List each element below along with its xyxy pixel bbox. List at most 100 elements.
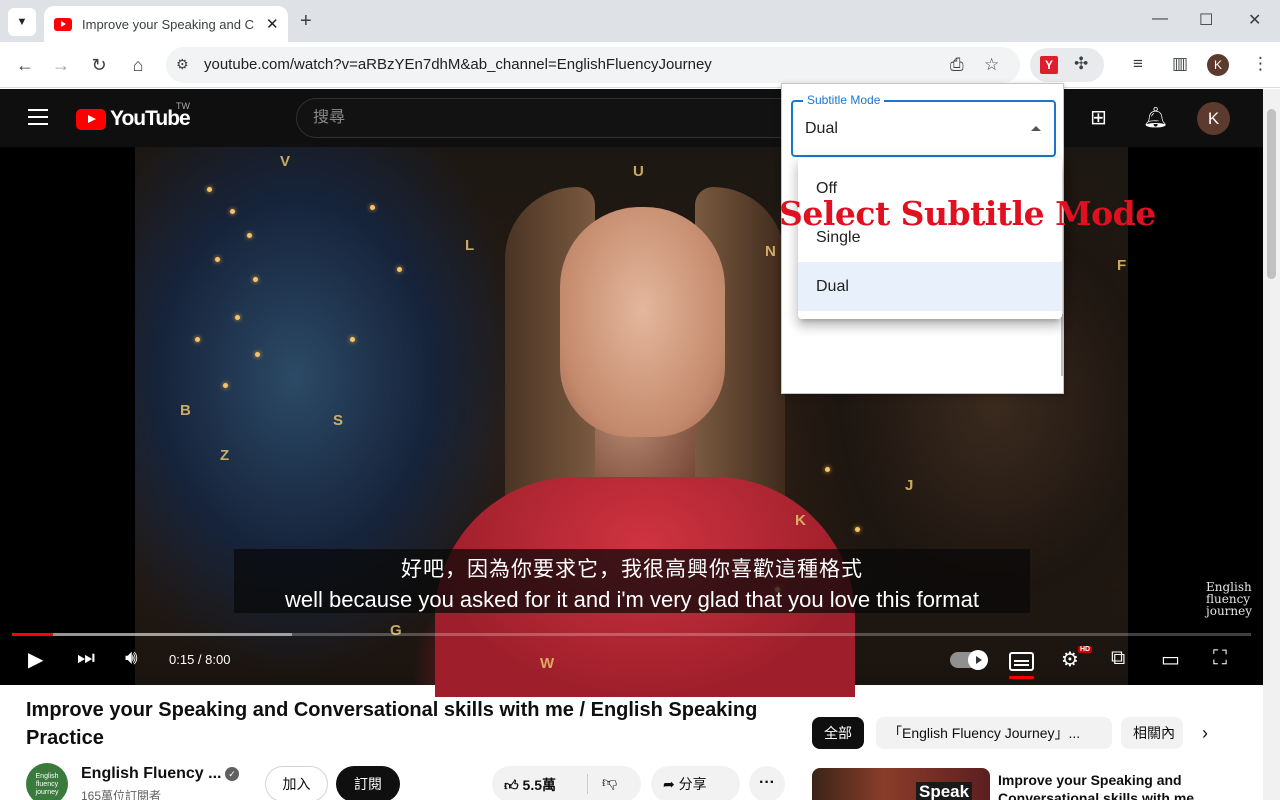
channel-avatar[interactable]: English fluency journey	[26, 763, 68, 800]
join-button[interactable]: 加入	[265, 766, 328, 800]
like-dislike-group: 👍︎ 5.5萬 👎︎	[492, 766, 641, 800]
bookmark-star-icon[interactable]: ☆	[984, 55, 999, 75]
profile-avatar[interactable]: K	[1207, 54, 1229, 76]
kebab-menu-icon[interactable]: ⋮	[1252, 54, 1269, 74]
channel-watermark[interactable]: English fluency journey	[1206, 581, 1252, 617]
bokeh-light	[255, 352, 260, 357]
install-app-icon[interactable]: ⎙	[950, 55, 964, 75]
subtitle-chinese: 好吧，因為你要求它，我很高興你喜歡這種格式	[401, 557, 863, 581]
bokeh-light	[370, 205, 375, 210]
like-button[interactable]: 👍︎ 5.5萬	[504, 775, 556, 795]
chevron-right-icon[interactable]: ›	[1202, 723, 1208, 744]
bokeh-light	[207, 187, 212, 192]
miniplayer-icon[interactable]: ⧉	[1111, 647, 1125, 670]
bg-letter: W	[540, 655, 555, 672]
subscriber-count: 165萬位訂閱者	[81, 789, 162, 800]
channel-avatar-line: fluency	[35, 781, 59, 788]
more-actions-button[interactable]: ···	[749, 766, 785, 800]
maximize-icon[interactable]: ☐	[1199, 10, 1213, 30]
fullscreen-icon[interactable]: ⛶	[1213, 647, 1227, 670]
back-arrow-icon[interactable]: ←	[12, 52, 38, 78]
notifications-bell-icon[interactable]: 🔔︎	[1143, 105, 1168, 130]
share-arrow-icon: ➦	[663, 776, 675, 792]
play-icon[interactable]: ▶	[28, 647, 43, 672]
tab-title: Improve your Speaking and C	[82, 16, 254, 32]
window-close-icon[interactable]: ✕	[1248, 10, 1261, 30]
subscribe-button[interactable]: 訂閱	[336, 766, 400, 800]
channel-name[interactable]: English Fluency ...	[81, 765, 221, 783]
bokeh-light	[235, 315, 240, 320]
subtitles-active-indicator	[1009, 676, 1034, 679]
watermark-line: journey	[1206, 604, 1253, 618]
subtitle-english: well because you asked for it and i'm ve…	[285, 587, 979, 612]
browser-tab-active[interactable]: Improve your Speaking and C ✕	[44, 6, 288, 42]
create-video-icon[interactable]: ⊞	[1090, 105, 1107, 130]
chip-channel[interactable]: 「English Fluency Journey」...	[876, 717, 1112, 749]
bokeh-light	[397, 267, 402, 272]
subtitles-cc-icon[interactable]	[1009, 652, 1034, 671]
bg-letter: N	[765, 243, 776, 260]
subtitle-mode-select[interactable]: Subtitle Mode Dual	[791, 93, 1056, 157]
chip-all[interactable]: 全部	[812, 717, 864, 749]
like-divider	[587, 774, 588, 794]
subtitle-extension-icon[interactable]: Y	[1040, 56, 1058, 74]
url-text[interactable]: youtube.com/watch?v=aRBzYEn7dhM&ab_chann…	[204, 56, 712, 73]
minimize-icon[interactable]: —	[1152, 10, 1168, 28]
side-panel-icon[interactable]: ▥	[1172, 54, 1188, 74]
chip-related[interactable]: 相關內	[1121, 717, 1183, 749]
youtube-header: YouTube TW ⊞ 🔔︎ K	[0, 89, 1263, 147]
share-label: 分享	[678, 776, 707, 792]
region-code: TW	[176, 101, 190, 111]
thumbs-up-icon: 👍︎	[504, 777, 519, 793]
media-control-icon[interactable]: ≡	[1133, 54, 1143, 74]
bg-letter: F	[1117, 257, 1127, 274]
progress-buffered	[12, 633, 292, 636]
youtube-search-input[interactable]	[313, 109, 773, 127]
youtube-search-box[interactable]	[296, 98, 796, 138]
dual-subtitles: 好吧，因為你要求它，我很高興你喜歡這種格式 well because you a…	[234, 549, 1030, 613]
caret-up-icon	[1031, 126, 1041, 131]
bokeh-light	[195, 337, 200, 342]
theater-mode-icon[interactable]: ▭	[1161, 647, 1180, 672]
thumbs-down-icon[interactable]: 👎︎	[602, 774, 617, 792]
annotation-label: Select Subtitle Mode	[779, 194, 1156, 233]
bg-letter: V	[280, 153, 291, 170]
bg-letter: B	[180, 402, 191, 419]
reload-icon[interactable]: ↻	[86, 52, 112, 78]
channel-avatar-line: English	[35, 773, 59, 780]
youtube-account-avatar[interactable]: K	[1197, 102, 1230, 135]
popup-scrollbar[interactable]	[1061, 314, 1063, 376]
bokeh-light	[253, 277, 258, 282]
share-button[interactable]: ➦ 分享	[651, 766, 740, 800]
page-scrollbar-thumb[interactable]	[1267, 109, 1276, 279]
youtube-logo[interactable]: YouTube TW	[76, 101, 191, 131]
forward-arrow-icon[interactable]: →	[48, 52, 74, 78]
bokeh-light	[215, 257, 220, 262]
verified-check-icon: ✓	[225, 767, 239, 781]
option-dual[interactable]: Dual	[798, 262, 1062, 311]
video-scene-face	[560, 207, 725, 437]
video-title: Improve your Speaking and Conversational…	[26, 699, 758, 749]
recommendation-thumbnail[interactable]: Speak	[812, 768, 990, 800]
progress-played	[12, 633, 53, 636]
next-video-icon[interactable]: ⏭	[77, 647, 95, 670]
volume-icon[interactable]: 🔊︎	[125, 647, 138, 670]
tab-search-button[interactable]: ▼	[8, 8, 36, 36]
new-tab-button[interactable]: +	[300, 10, 312, 33]
bokeh-light	[247, 233, 252, 238]
settings-gear-icon[interactable]: ⚙	[1061, 647, 1079, 672]
recommendation-title[interactable]: Improve your Speaking and Conversational…	[998, 771, 1208, 800]
tab-close-icon[interactable]: ✕	[266, 15, 279, 33]
progress-bar[interactable]	[12, 633, 1251, 636]
page-scrollbar[interactable]	[1263, 89, 1280, 800]
site-settings-icon[interactable]: ⚙	[176, 56, 189, 73]
subtitle-mode-value: Dual	[805, 120, 838, 137]
puzzle-piece-icon[interactable]: ✣	[1074, 54, 1088, 74]
browser-toolbar: ← → ↻ ⌂ ⚙ youtube.com/watch?v=aRBzYEn7dh…	[0, 42, 1280, 88]
home-icon[interactable]: ⌂	[125, 52, 151, 78]
autoplay-toggle[interactable]	[950, 650, 988, 670]
bokeh-light	[350, 337, 355, 342]
hamburger-menu-icon[interactable]	[28, 109, 48, 125]
address-bar[interactable]: ⚙ youtube.com/watch?v=aRBzYEn7dhM&ab_cha…	[166, 47, 1020, 83]
autoplay-knob	[968, 650, 988, 670]
